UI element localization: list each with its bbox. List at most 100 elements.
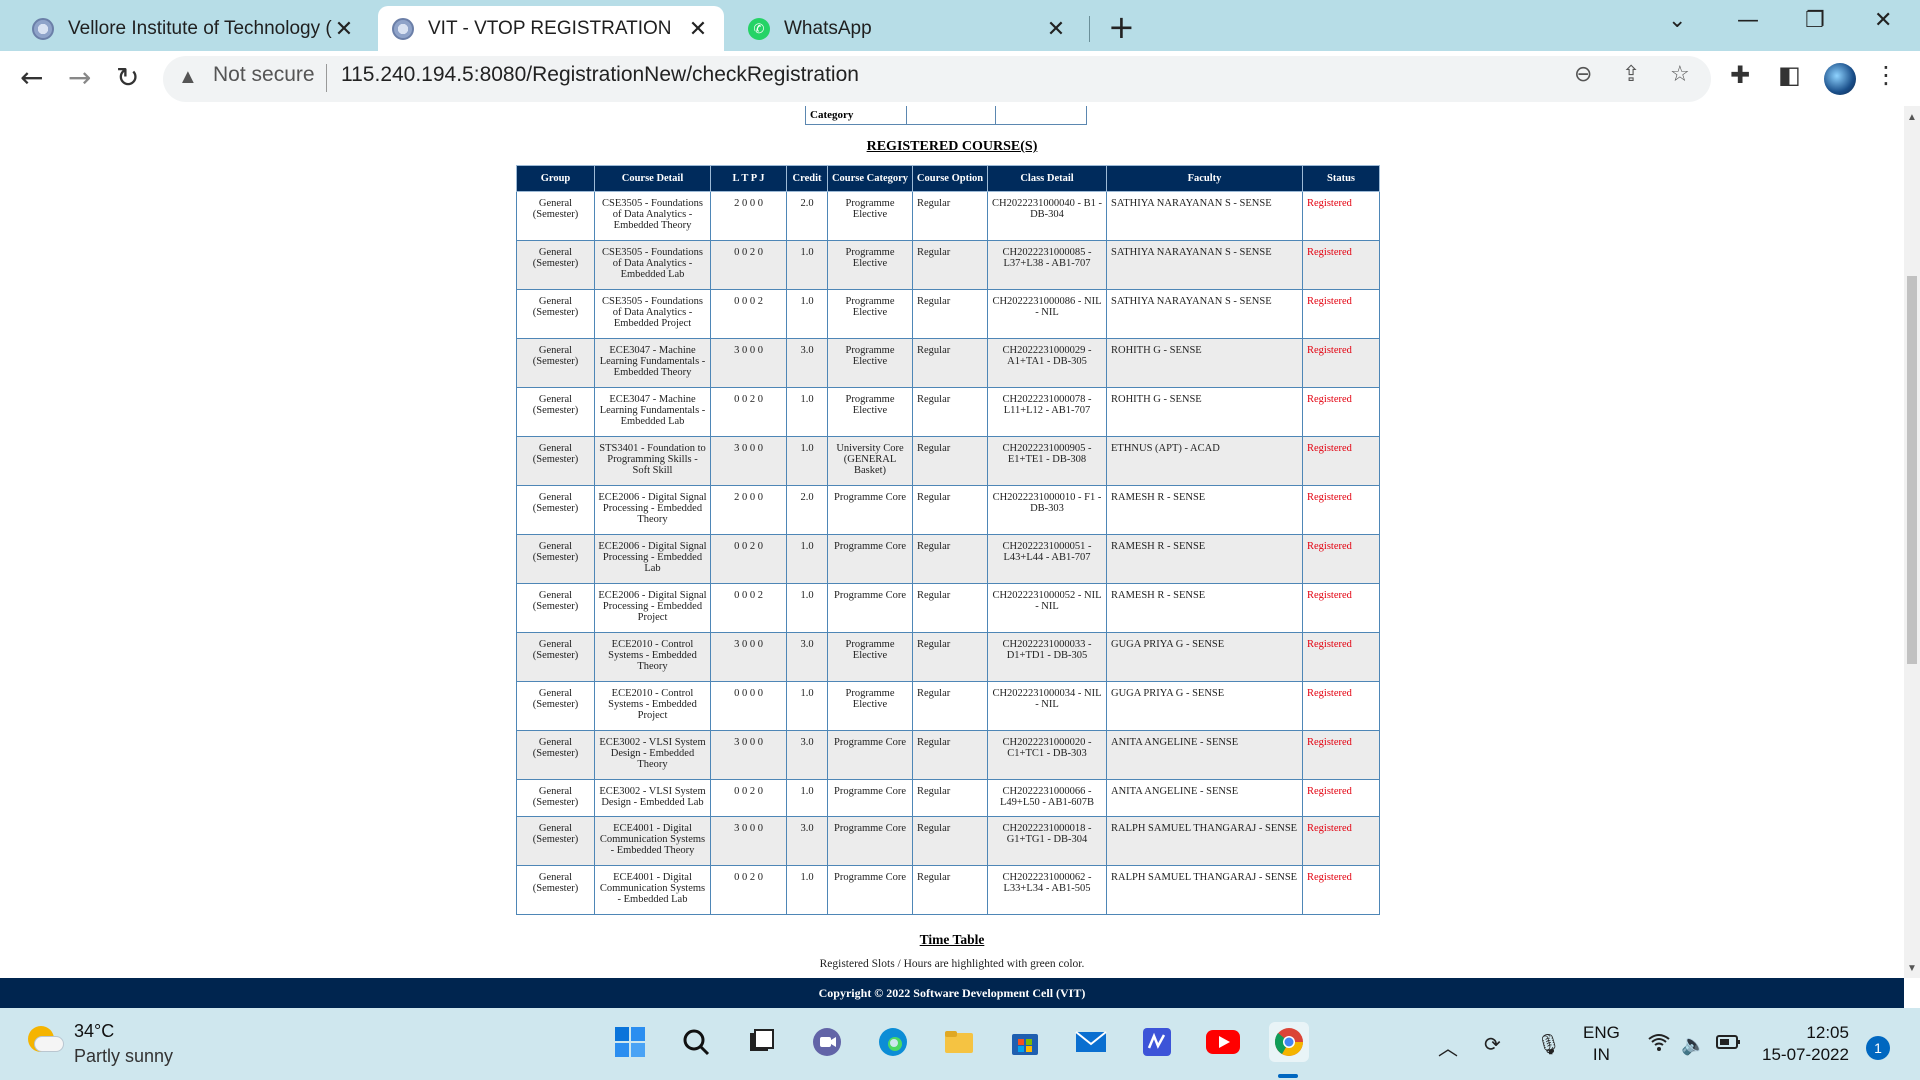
url-text[interactable]: 115.240.194.5:8080/RegistrationNew/check… <box>341 63 859 87</box>
course-category-cell: Programme Elective <box>827 191 913 241</box>
course-category-cell: Programme Core <box>827 485 913 535</box>
weather-temperature[interactable]: 34°C <box>74 1021 114 1042</box>
chrome-icon[interactable] <box>1269 1022 1309 1062</box>
class-detail-cell: CH2022231000020 - C1+TC1 - DB-303 <box>987 730 1107 780</box>
ltpj-cell: 3 0 0 0 <box>710 632 787 682</box>
share-icon[interactable]: ⇪ <box>1622 62 1640 87</box>
course-category-cell: Programme Elective <box>827 289 913 339</box>
extensions-puzzle-icon[interactable]: ✚ <box>1730 61 1750 89</box>
scrollbar-thumb[interactable] <box>1907 276 1917 664</box>
tab-whatsapp[interactable]: ✆ WhatsApp ✕ <box>734 6 1082 51</box>
status-cell: Registered <box>1302 816 1380 866</box>
weather-description[interactable]: Partly sunny <box>74 1046 173 1067</box>
col-header: Status <box>1302 165 1380 192</box>
group-cell: General (Semester) <box>516 436 595 486</box>
page-content: Category REGISTERED COURSE(S) Group Cour… <box>0 106 1904 978</box>
reload-icon[interactable]: ↻ <box>116 61 139 94</box>
credit-cell: 3.0 <box>786 730 828 780</box>
close-tab-icon[interactable]: ✕ <box>1044 16 1068 42</box>
group-cell: General (Semester) <box>516 191 595 241</box>
weather-partly-sunny-icon[interactable] <box>28 1026 64 1054</box>
status-cell: Registered <box>1302 387 1380 437</box>
course-option-cell: Regular <box>912 632 988 682</box>
show-hidden-icons-chevron-icon[interactable]: ︿ <box>1438 1032 1458 1061</box>
tab-search-chevron-icon[interactable]: ⌄ <box>1668 8 1686 33</box>
tab-title: VIT - VTOP REGISTRATION <box>428 17 672 39</box>
battery-icon[interactable] <box>1716 1032 1742 1057</box>
start-windows-icon[interactable] <box>610 1022 650 1062</box>
ltpj-cell: 0 0 2 0 <box>710 240 787 290</box>
whiteboard-app-icon[interactable] <box>1137 1022 1177 1062</box>
search-icon[interactable] <box>676 1022 716 1062</box>
wifi-icon[interactable] <box>1647 1032 1671 1057</box>
forward-arrow-icon[interactable]: → <box>68 61 91 94</box>
faculty-cell: RALPH SAMUEL THANGARAJ - SENSE <box>1106 816 1303 866</box>
status-cell: Registered <box>1302 240 1380 290</box>
faculty-cell: ANITA ANGELINE - SENSE <box>1106 779 1303 817</box>
category-value-1 <box>906 106 996 125</box>
tab-vellore[interactable]: Vellore Institute of Technology (V ✕ <box>18 6 370 51</box>
table-row: General (Semester) CSE3505 - Foundations … <box>516 240 1380 290</box>
group-cell: General (Semester) <box>516 779 595 817</box>
file-explorer-icon[interactable] <box>939 1022 979 1062</box>
class-detail-cell: CH2022231000905 - E1+TE1 - DB-308 <box>987 436 1107 486</box>
page-footer: Copyright © 2022 Software Development Ce… <box>0 978 1904 1008</box>
category-value-2 <box>995 106 1087 125</box>
course-category-cell: Programme Elective <box>827 240 913 290</box>
mail-icon[interactable] <box>1071 1022 1111 1062</box>
system-clock[interactable]: 12:05 15-07-2022 <box>1762 1022 1849 1066</box>
microphone-icon[interactable]: 🎙 <box>1536 1032 1561 1056</box>
class-detail-cell: CH2022231000085 - L37+L38 - AB1-707 <box>987 240 1107 290</box>
group-cell: General (Semester) <box>516 485 595 535</box>
bookmark-star-icon[interactable]: ☆ <box>1670 62 1690 87</box>
table-row: General (Semester) CSE3505 - Foundations … <box>516 191 1380 241</box>
vertical-scrollbar[interactable]: ▲ ▼ <box>1904 106 1920 978</box>
warning-icon[interactable]: ▲ <box>178 66 198 89</box>
status-cell: Registered <box>1302 779 1380 817</box>
youtube-icon[interactable] <box>1203 1022 1243 1062</box>
input-language[interactable]: ENG IN <box>1583 1022 1620 1066</box>
col-header: L T P J <box>710 165 787 192</box>
table-row: General (Semester) ECE4001 - Digital Comm… <box>516 865 1380 915</box>
table-row: General (Semester) ECE2010 - Control Syst… <box>516 681 1380 731</box>
course-category-cell: Programme Elective <box>827 338 913 388</box>
timetable-title[interactable]: Time Table <box>0 932 1904 948</box>
group-cell: General (Semester) <box>516 632 595 682</box>
restore-icon[interactable]: ❐ <box>1805 8 1825 33</box>
zoom-icon[interactable]: ⊖ <box>1574 62 1592 87</box>
task-view-icon[interactable] <box>741 1022 781 1062</box>
volume-icon[interactable]: 🔈 <box>1681 1032 1706 1056</box>
close-tab-icon[interactable]: ✕ <box>332 16 356 42</box>
side-panel-icon[interactable]: ◧ <box>1778 61 1801 89</box>
microsoft-store-icon[interactable] <box>1005 1022 1045 1062</box>
security-label[interactable]: Not secure <box>213 63 315 87</box>
scroll-down-icon[interactable]: ▼ <box>1907 963 1917 974</box>
profile-avatar[interactable] <box>1824 63 1856 95</box>
ltpj-cell: 2 0 0 0 <box>710 191 787 241</box>
clock-time: 12:05 <box>1806 1023 1849 1042</box>
course-option-cell: Regular <box>912 289 988 339</box>
teams-chat-icon[interactable] <box>807 1022 847 1062</box>
course-category-cell: Programme Core <box>827 730 913 780</box>
close-tab-icon[interactable]: ✕ <box>686 16 710 42</box>
course-option-cell: Regular <box>912 436 988 486</box>
col-header: Course Option <box>912 165 988 192</box>
edge-browser-icon[interactable] <box>873 1022 913 1062</box>
course-detail-cell: ECE2010 - Control Systems - Embedded Pro… <box>594 681 711 731</box>
scroll-up-icon[interactable]: ▲ <box>1907 112 1917 123</box>
class-detail-cell: CH2022231000029 - A1+TA1 - DB-305 <box>987 338 1107 388</box>
new-tab-icon[interactable]: + <box>1108 8 1135 46</box>
more-menu-icon[interactable]: ⋮ <box>1874 61 1898 89</box>
sync-icon[interactable]: ⟳ <box>1484 1032 1501 1056</box>
group-cell: General (Semester) <box>516 240 595 290</box>
credit-cell: 3.0 <box>786 632 828 682</box>
close-window-icon[interactable]: ✕ <box>1874 8 1892 33</box>
back-arrow-icon[interactable]: ← <box>20 61 43 94</box>
group-cell: General (Semester) <box>516 534 595 584</box>
notification-badge[interactable]: 1 <box>1866 1036 1890 1060</box>
credit-cell: 1.0 <box>786 289 828 339</box>
tab-title: Vellore Institute of Technology (V <box>68 17 332 39</box>
tab-vtop-registration[interactable]: VIT - VTOP REGISTRATION ✕ <box>378 6 724 51</box>
class-detail-cell: CH2022231000040 - B1 - DB-304 <box>987 191 1107 241</box>
minimize-icon[interactable]: — <box>1737 8 1759 33</box>
